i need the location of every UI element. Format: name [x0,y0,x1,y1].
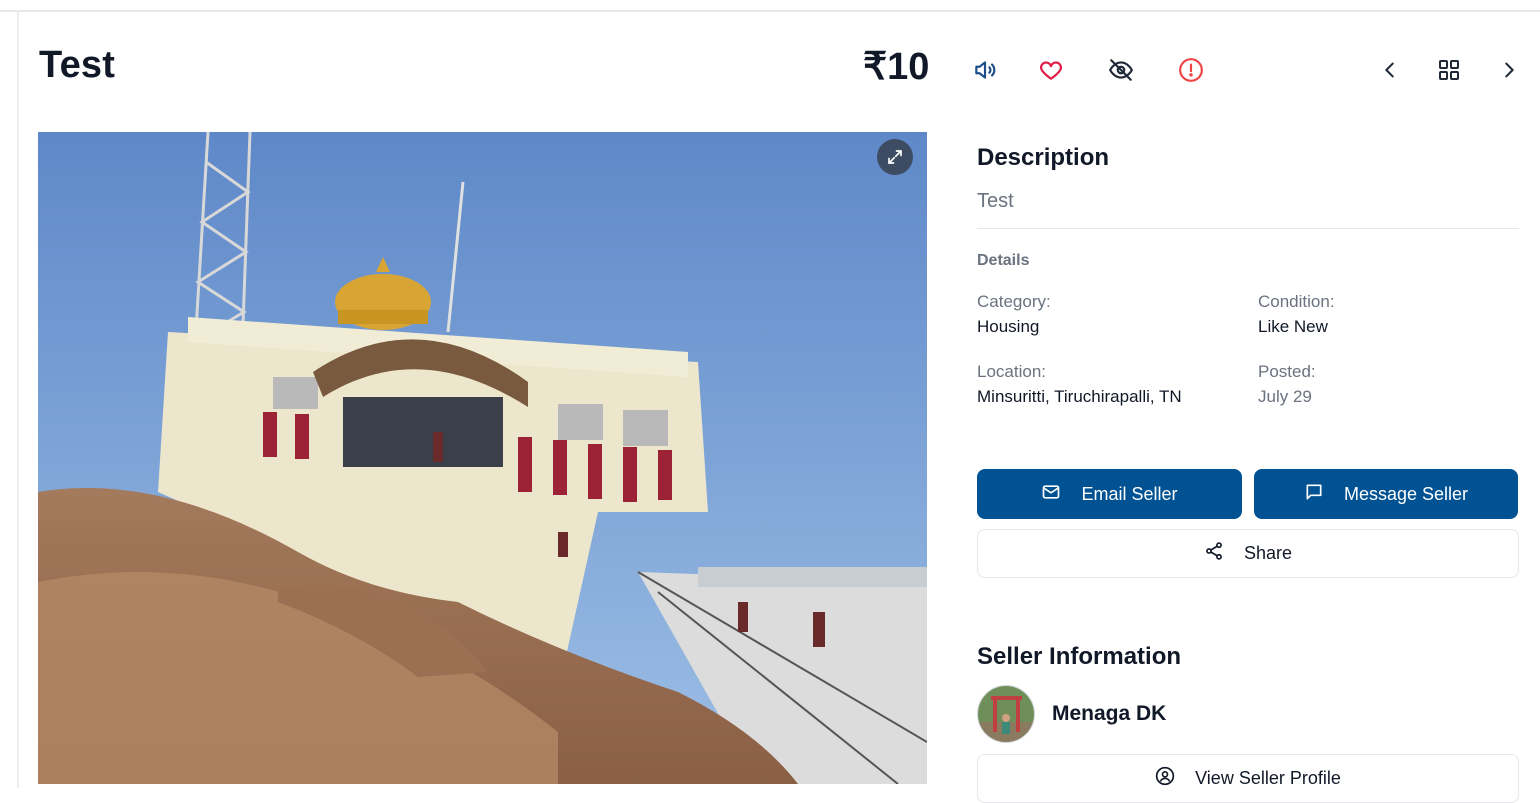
alert-icon[interactable] [1173,52,1209,88]
posted-label: Posted: [1258,362,1316,381]
listing-title: Test [39,44,116,86]
posted-value: July 29 [1258,387,1312,406]
grid-icon[interactable] [1431,52,1467,88]
view-seller-profile-label: View Seller Profile [1195,768,1341,788]
category-label: Category: [977,292,1051,311]
mail-icon [1041,482,1061,507]
share-button[interactable]: Share [977,529,1519,578]
location-label: Location: [977,362,1046,381]
message-seller-label: Message Seller [1343,483,1469,504]
divider [977,228,1519,229]
share-label: Share [1243,543,1293,563]
avatar [977,685,1035,743]
seller-name: Menaga DK [1052,702,1167,725]
share-icon [1204,541,1224,566]
listing-price: ₹10 [863,46,930,88]
details-heading: Details [977,252,1030,269]
heart-icon[interactable] [1033,52,1069,88]
view-seller-profile-button[interactable]: View Seller Profile [977,754,1519,803]
top-bar [0,0,1540,12]
chat-icon [1304,482,1324,507]
condition-label: Condition: [1258,292,1335,311]
speaker-icon[interactable] [967,52,1003,88]
listing-photo[interactable] [38,132,927,784]
condition-value: Like New [1258,317,1328,336]
email-seller-label: Email Seller [1081,483,1178,504]
location-value: Minsuritti, Tiruchirapalli, TN [977,387,1182,406]
expand-icon[interactable] [877,139,913,175]
seller-heading: Seller Information [977,643,1182,670]
chevron-left-icon[interactable] [1372,52,1408,88]
left-divider [17,10,19,788]
user-circle-icon [1155,766,1175,791]
description-heading: Description [977,144,1110,171]
description-text: Test [977,190,1014,212]
chevron-right-icon[interactable] [1491,52,1527,88]
email-seller-button[interactable]: Email Seller [977,469,1242,519]
eye-off-icon[interactable] [1103,52,1139,88]
message-seller-button[interactable]: Message Seller [1254,469,1518,519]
category-value: Housing [977,317,1040,336]
